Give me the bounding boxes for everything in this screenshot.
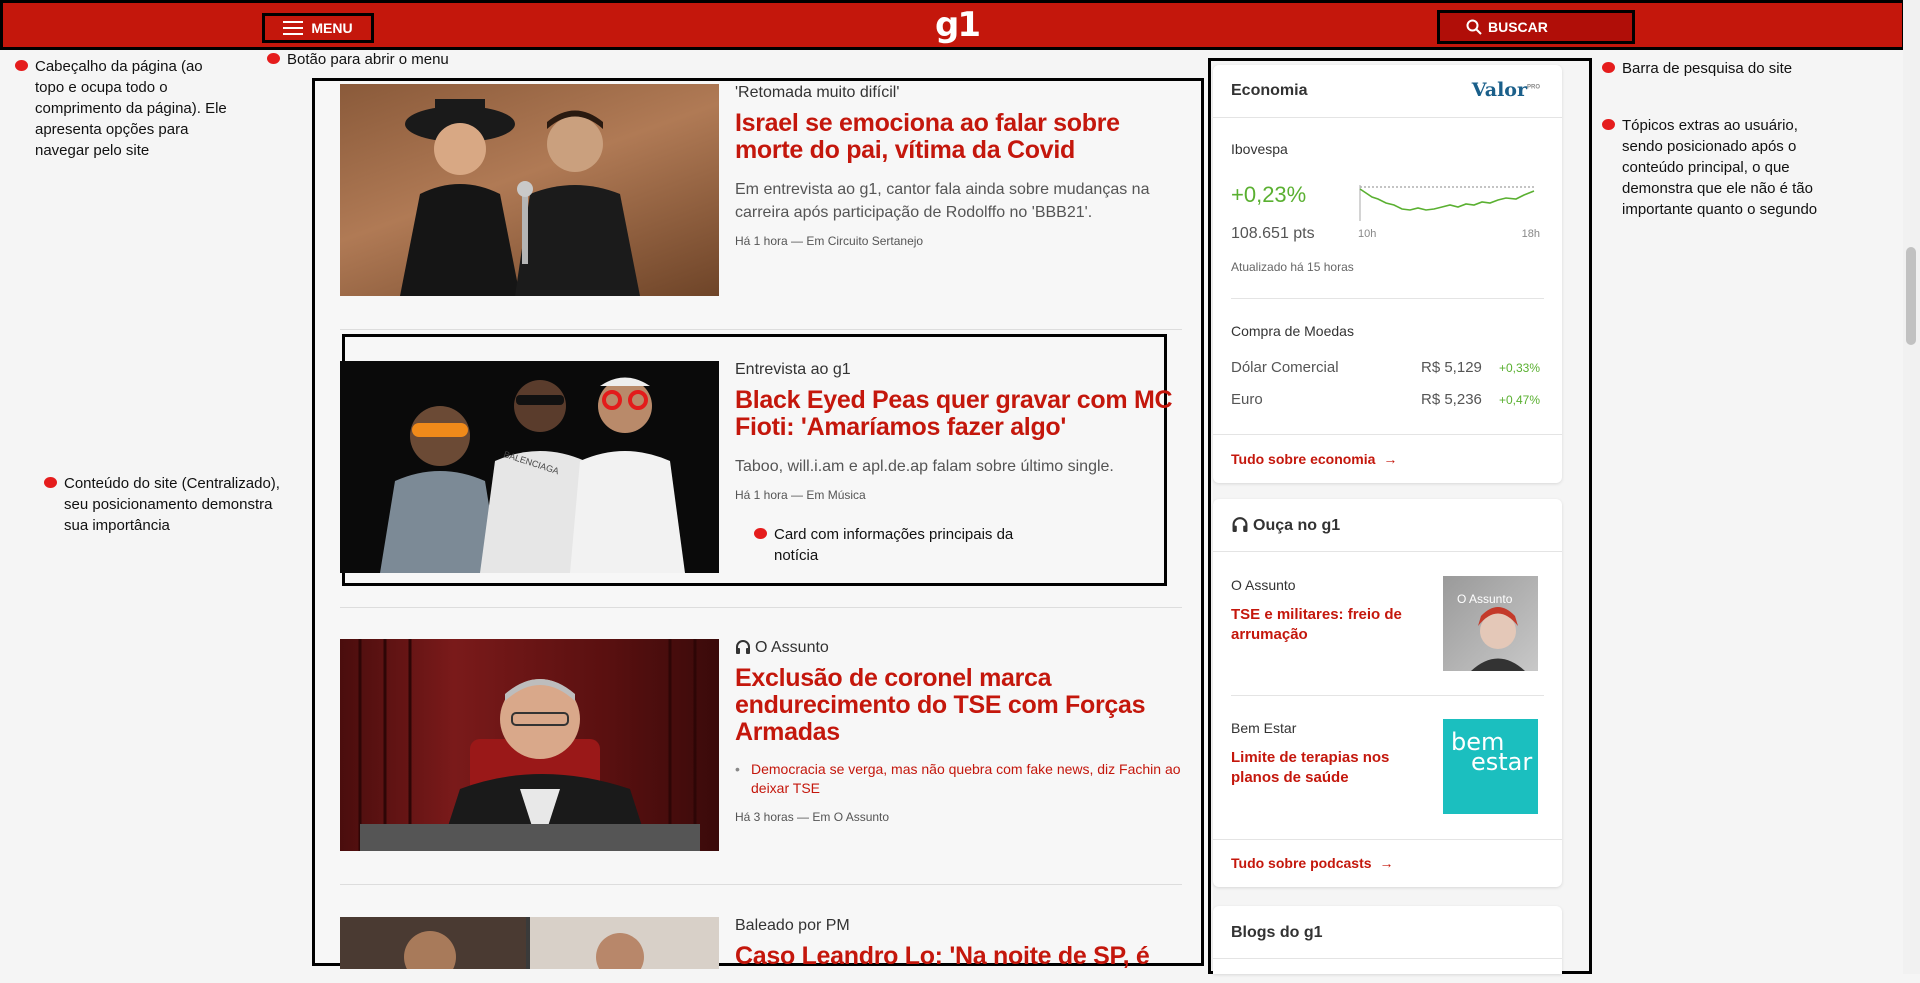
annotation-content: Conteúdo do site (Centralizado), seu pos…	[44, 473, 299, 536]
panel-divider	[1213, 117, 1562, 118]
ouca-panel: Ouça no g1 O Assunto TSE e militares: fr…	[1213, 499, 1562, 887]
site-header: MENU g1 BUSCAR	[0, 0, 1905, 50]
bemestar-thumb[interactable]: bem estar	[1443, 719, 1538, 814]
annotation-dot	[15, 60, 28, 71]
post-meta: Há 3 horas — Em O Assunto	[735, 810, 890, 824]
post-image[interactable]	[340, 84, 719, 296]
economia-panel: Economia ValorPRO Ibovespa +0,23% 108.65…	[1213, 65, 1562, 483]
annotation-dot	[754, 528, 767, 539]
arrow-right-icon: →	[1383, 451, 1398, 467]
post-chapeu: Entrevista ao g1	[735, 361, 851, 378]
moedas-label: Compra de Moedas	[1231, 323, 1354, 339]
feed-divider	[340, 607, 1182, 608]
post-image[interactable]: BALENCIAGA	[340, 361, 719, 573]
related-link[interactable]: Democracia se verga, mas não quebra com …	[735, 760, 1182, 798]
post-summary[interactable]: Taboo, will.i.am e apl.de.ap falam sobre…	[735, 455, 1182, 478]
post-image[interactable]	[340, 639, 719, 851]
ibovespa-points: 108.651 pts	[1231, 225, 1315, 242]
panel-divider	[1213, 958, 1562, 959]
blogs-title[interactable]: Blogs do g1	[1231, 924, 1323, 942]
panel-divider	[1213, 839, 1562, 840]
panel-divider	[1231, 695, 1544, 696]
chart-end-label: 18h	[1521, 228, 1540, 240]
updated-text: Atualizado há 15 horas	[1231, 260, 1354, 274]
economia-link[interactable]: Tudo sobre economia →	[1231, 451, 1397, 467]
search-icon	[1466, 19, 1482, 35]
feed-divider	[340, 884, 1182, 885]
post-image[interactable]	[340, 917, 719, 969]
post-headline[interactable]: Exclusão de coronel marca endurecimento …	[735, 665, 1182, 746]
post-meta: Há 1 hora — Em Circuito Sertanejo	[735, 234, 924, 248]
podcast-title[interactable]: Limite de terapias nos planos de saúde	[1231, 748, 1431, 788]
post-headline[interactable]: Caso Leandro Lo: 'Na noite de SP, é	[735, 943, 1182, 969]
ibovespa-sparkline	[1359, 185, 1535, 221]
ibovespa-change: +0,23%	[1231, 182, 1307, 207]
valor-logo[interactable]: ValorPRO	[1472, 79, 1540, 101]
ouca-title[interactable]: Ouça no g1	[1231, 516, 1340, 535]
menu-label: MENU	[311, 20, 353, 36]
annotation-sidebar: Tópicos extras ao usuário, sendo posicio…	[1602, 115, 1837, 220]
hamburger-icon	[283, 17, 304, 39]
annotation-card: Card com informações principais da notíc…	[754, 524, 1024, 566]
ibovespa-label: Ibovespa	[1231, 141, 1288, 157]
post-chapeu: O Assunto	[735, 639, 1182, 657]
post-chapeu: Baleado por PM	[735, 917, 850, 934]
panel-divider	[1213, 551, 1562, 552]
podcast-program: O Assunto	[1231, 577, 1296, 593]
search-label: BUSCAR	[1488, 19, 1548, 35]
g1-logo[interactable]: g1	[935, 5, 981, 45]
blogs-panel: Blogs do g1	[1213, 906, 1562, 974]
economia-title[interactable]: Economia	[1231, 82, 1307, 100]
podcast-thumb[interactable]: O Assunto	[1443, 576, 1538, 671]
podcast-title[interactable]: TSE e militares: freio de arrumação	[1231, 605, 1431, 645]
annotation-menu: Botão para abrir o menu	[267, 49, 487, 70]
post-summary[interactable]: Em entrevista ao g1, cantor fala ainda s…	[735, 178, 1182, 224]
post-meta: Há 1 hora — Em Música	[735, 488, 866, 502]
chart-start-label: 10h	[1358, 228, 1377, 240]
annotation-dot	[44, 477, 57, 488]
scrollbar-thumb[interactable]	[1906, 247, 1916, 345]
panel-divider	[1231, 298, 1544, 299]
headphones-icon	[736, 640, 750, 654]
podcast-program: Bem Estar	[1231, 720, 1297, 736]
annotation-header: Cabeçalho da página (ao topo e ocupa tod…	[15, 56, 235, 161]
menu-button[interactable]: MENU	[262, 13, 374, 43]
annotation-dot	[267, 53, 280, 64]
post-headline[interactable]: Black Eyed Peas quer gravar com MC Fioti…	[735, 387, 1182, 441]
currency-row-dolar: Dólar Comercial R$ 5,129 +0,33%	[1231, 359, 1540, 376]
feed-divider	[340, 329, 1182, 330]
panel-divider	[1213, 434, 1562, 435]
search-button[interactable]: BUSCAR	[1437, 10, 1635, 44]
annotation-dot	[1602, 62, 1615, 73]
arrow-right-icon: →	[1379, 855, 1394, 871]
annotation-dot	[1602, 119, 1615, 130]
currency-row-euro: Euro R$ 5,236 +0,47%	[1231, 391, 1540, 408]
post-headline[interactable]: Israel se emociona ao falar sobre morte …	[735, 110, 1182, 164]
podcasts-link[interactable]: Tudo sobre podcasts →	[1231, 855, 1393, 871]
annotation-search: Barra de pesquisa do site	[1602, 58, 1842, 79]
post-chapeu: 'Retomada muito difícil'	[735, 84, 900, 101]
headphones-icon	[1232, 517, 1248, 532]
scrollbar-track[interactable]	[1903, 0, 1920, 974]
